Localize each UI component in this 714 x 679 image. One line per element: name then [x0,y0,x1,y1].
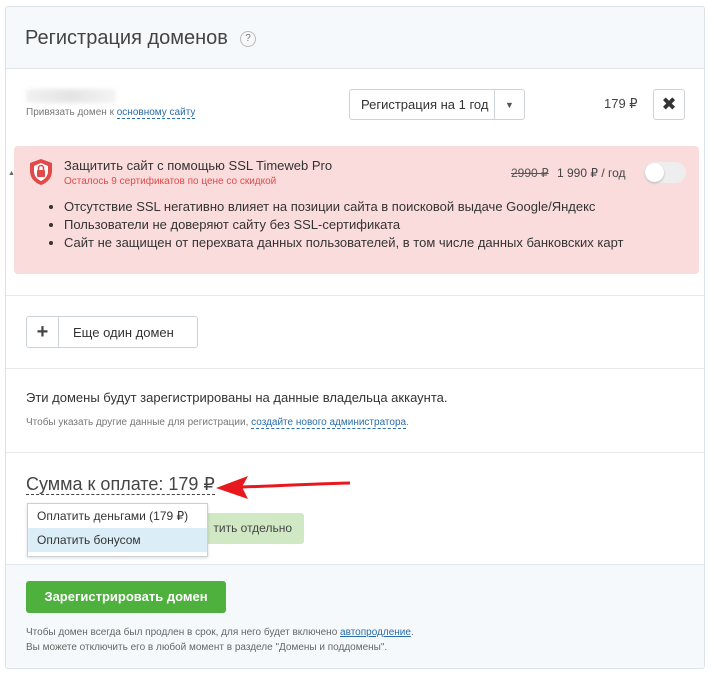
owner-note-suffix: . [406,417,409,428]
divider [6,452,704,453]
register-domain-button[interactable]: Зарегистрировать домен [26,581,226,613]
owner-note-prefix: Чтобы указать другие данные для регистра… [26,417,252,428]
autorenew-note-suffix: . [410,627,414,638]
domain-price: 179 ₽ [604,96,638,111]
payment-method-dropdown[interactable]: Оплатить деньгами (179 ₽) Оплатить бонус… [27,503,208,557]
toggle-knob [645,163,664,182]
ssl-subtitle: Осталось 9 сертификатов по цене со скидк… [64,176,277,187]
chevron-down-icon: ▼ [494,90,524,119]
close-icon: ✖ [661,94,677,114]
owner-info-text: Эти домены будут зарегистрированы на дан… [26,390,448,405]
bind-domain-text: Привязать домен к основному сайту [26,107,196,119]
ssl-old-price: 2990 ₽ [511,166,549,180]
ssl-benefits-list: Отсутствие SSL негативно влияет на позиц… [50,198,624,252]
create-admin-link[interactable]: создайте нового администратора [251,417,407,429]
autorenew-note: Чтобы домен всегда был продлен в срок, д… [26,625,414,655]
list-item: Отсутствие SSL негативно влияет на позиц… [64,198,624,216]
list-item: Пользователи не доверяют сайту без SSL-с… [64,216,624,234]
bind-domain-prefix: Привязать домен к [26,107,117,118]
ssl-title: Защитить сайт с помощью SSL Timeweb Pro [64,158,333,173]
domain-name-blurred [26,89,116,103]
autorenew-note-line2: Вы можете отключить его в любой момент в… [26,642,388,653]
autorenew-link[interactable]: автопродление [340,627,411,638]
panel-header: Регистрация доменов ? [6,7,704,69]
page-title: Регистрация доменов [25,27,228,49]
remove-domain-button[interactable]: ✖ [653,89,685,120]
divider [6,368,704,369]
plus-icon: + [27,317,59,347]
pay-separately-button[interactable]: тить отдельно [200,513,304,544]
list-item: Сайт не защищен от перехвата данных поль… [64,234,624,252]
main-site-link[interactable]: основному сайту [116,107,196,119]
pay-money-option[interactable]: Оплатить деньгами (179 ₽) [28,504,207,528]
ssl-toggle[interactable] [644,162,686,183]
shield-icon [30,159,52,185]
period-label: Регистрация на 1 год [361,97,489,112]
payment-sum-toggle[interactable]: Сумма к оплате: 179 ₽ [26,474,215,495]
add-domain-label: Еще один домен [73,324,174,340]
panel-footer: Зарегистрировать домен Чтобы домен всегд… [6,564,704,668]
domain-registration-panel: Регистрация доменов ? Привязать домен к … [5,6,705,669]
registration-period-select[interactable]: Регистрация на 1 год ▼ [349,89,525,120]
owner-note: Чтобы указать другие данные для регистра… [26,417,409,429]
ssl-offer-box: Защитить сайт с помощью SSL Timeweb Pro … [14,146,699,274]
ssl-new-price: 1 990 ₽ / год [557,166,626,180]
add-domain-button[interactable]: + Еще один домен [26,316,198,348]
divider [6,295,704,296]
help-icon[interactable]: ? [240,31,256,47]
pay-bonus-option[interactable]: Оплатить бонусом [28,528,207,552]
autorenew-note-line1: Чтобы домен всегда был продлен в срок, д… [26,625,414,640]
autorenew-note-prefix: Чтобы домен всегда был продлен в срок, д… [26,627,341,638]
red-arrow-icon [216,476,351,499]
